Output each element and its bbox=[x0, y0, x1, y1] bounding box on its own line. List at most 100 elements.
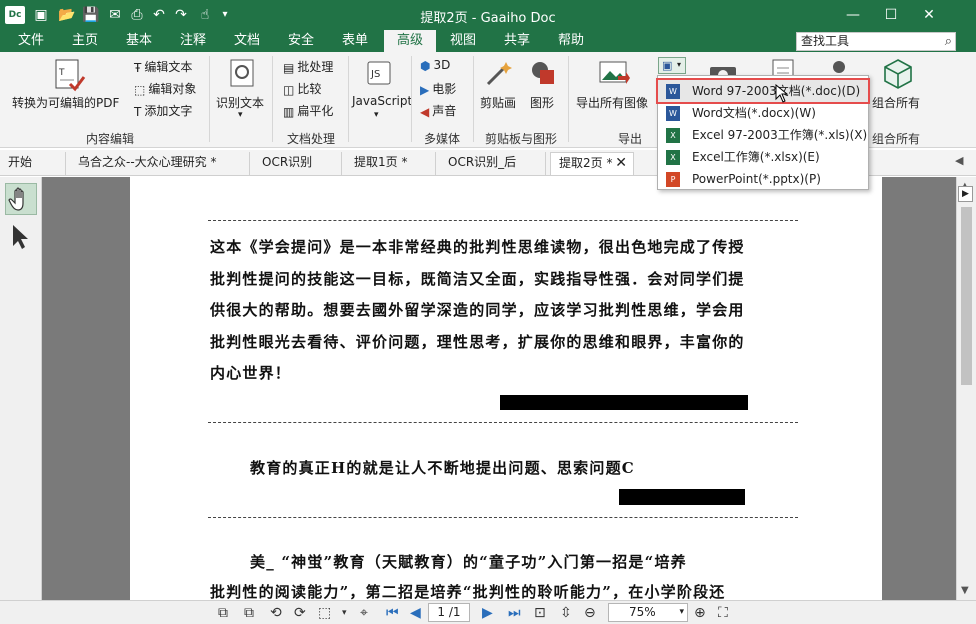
continuous-page-icon[interactable]: ⇳ bbox=[560, 604, 572, 622]
tab-file[interactable]: 文件 bbox=[10, 30, 52, 52]
ribbon-separator bbox=[348, 56, 349, 142]
svg-text:JS: JS bbox=[370, 69, 380, 80]
export-format-menu: W Word 97-2003文档(*.doc)(D) W Word文档(*.do… bbox=[656, 75, 870, 190]
tab-scroll-left-icon[interactable]: ◀ bbox=[955, 154, 963, 167]
maximize-button[interactable]: ☐ bbox=[876, 4, 906, 26]
menu-item-export-xls[interactable]: X Excel 97-2003工作簿(*.xls)(X) bbox=[658, 124, 868, 146]
recognize-text-button[interactable]: 识别文本 bbox=[216, 94, 264, 111]
batch-button[interactable]: ▤ 批处理 bbox=[283, 58, 333, 75]
recognize-text-dropdown-icon[interactable]: ▾ bbox=[238, 110, 243, 120]
expand-panel-button[interactable]: ▶ bbox=[958, 186, 973, 202]
hand-tool-button[interactable] bbox=[5, 183, 37, 215]
doc-tab-2[interactable]: OCR识别 bbox=[254, 152, 342, 175]
tab-home[interactable]: 主页 bbox=[64, 30, 106, 52]
menu-item-export-docx[interactable]: W Word文档(*.docx)(W) bbox=[658, 102, 868, 124]
zoom-value: 75% bbox=[629, 605, 656, 619]
movie-label: 电影 bbox=[432, 82, 457, 96]
svg-text:T: T bbox=[58, 68, 65, 78]
hand-tool-icon bbox=[8, 187, 24, 211]
movie-icon: ▶ bbox=[420, 82, 430, 97]
zoom-in-icon[interactable]: ⊕ bbox=[694, 604, 706, 622]
select-area-icon[interactable]: ⬚ bbox=[318, 604, 331, 622]
shapes-button[interactable]: 图形 bbox=[530, 94, 554, 111]
fullscreen-icon[interactable]: ⛶ bbox=[718, 604, 728, 622]
tab-comment[interactable]: 注释 bbox=[172, 30, 214, 52]
scrollbar-thumb[interactable] bbox=[961, 207, 972, 385]
compare-icon: ◫ bbox=[283, 82, 295, 97]
search-tools-input[interactable]: 查找工具 ⌕ bbox=[796, 32, 956, 51]
3d-button[interactable]: ⬢ 3D bbox=[420, 58, 450, 73]
tab-document[interactable]: 文档 bbox=[226, 30, 268, 52]
zoom-select[interactable]: 75% ▾ bbox=[608, 603, 688, 622]
close-tab-icon[interactable]: ✕ bbox=[615, 153, 627, 174]
edit-object-button[interactable]: ⬚ 编辑对象 bbox=[134, 80, 196, 97]
vertical-scrollbar[interactable]: ▲ ▼ bbox=[956, 177, 976, 600]
minimize-button[interactable]: — bbox=[838, 4, 868, 26]
last-page-icon[interactable]: ⏭ bbox=[508, 604, 521, 622]
batch-icon: ▤ bbox=[283, 60, 295, 75]
excel-icon: X bbox=[666, 128, 680, 143]
recognize-text-icon bbox=[230, 59, 254, 87]
tab-help[interactable]: 帮助 bbox=[550, 30, 592, 52]
crop-icon[interactable]: ⌖ bbox=[360, 604, 368, 622]
sound-button[interactable]: ◀ 声音 bbox=[420, 102, 456, 119]
fit-width-icon[interactable]: ⧉ bbox=[244, 604, 254, 622]
export-images-icon bbox=[599, 61, 630, 84]
close-button[interactable]: ✕ bbox=[914, 4, 944, 26]
menu-item-export-doc[interactable]: W Word 97-2003文档(*.doc)(D) bbox=[656, 78, 870, 104]
export-all-images-button[interactable]: 导出所有图像 bbox=[576, 94, 648, 111]
fit-page-icon[interactable]: ⧉ bbox=[218, 604, 228, 622]
search-icon[interactable]: ⌕ bbox=[945, 33, 952, 50]
clip-art-button[interactable]: 剪贴画 bbox=[480, 94, 516, 111]
tab-share[interactable]: 共享 bbox=[496, 30, 538, 52]
rotate-right-icon[interactable]: ⟳ bbox=[294, 604, 306, 622]
redaction-box bbox=[500, 395, 748, 410]
next-page-icon[interactable]: ▶ bbox=[482, 604, 493, 622]
status-bar: ⧉ ⧉ ⟲ ⟳ ⬚ ▾ ⌖ ⏮ ◀ 1 /1 ▶ ⏭ ⊡ ⇳ ⊖ 75% ▾ ⊕… bbox=[0, 600, 976, 624]
zoom-dropdown-icon[interactable]: ▾ bbox=[679, 604, 684, 621]
paragraph-3-line-1: 美_ “神蛍”教育（天賦教育）的“童子功”入门第一招是“培养 bbox=[250, 553, 687, 571]
zoom-out-icon[interactable]: ⊖ bbox=[584, 604, 596, 622]
menu-item-label: Excel 97-2003工作簿(*.xls)(X) bbox=[692, 128, 868, 142]
tab-start[interactable]: 开始 bbox=[0, 152, 66, 175]
combine-cube-icon bbox=[884, 59, 912, 89]
menu-item-export-xlsx[interactable]: X Excel工作簿(*.xlsx)(E) bbox=[658, 146, 868, 168]
select-tool-button[interactable] bbox=[5, 221, 37, 253]
add-text-button[interactable]: T 添加文字 bbox=[134, 102, 192, 119]
paragraph-2: 教育的真正H的就是让人不断地提出问题、思索问题C bbox=[250, 459, 635, 477]
scroll-down-icon[interactable]: ▼ bbox=[961, 585, 969, 596]
mouse-cursor-icon bbox=[775, 84, 789, 103]
previous-page-icon[interactable]: ◀ bbox=[410, 604, 421, 622]
ribbon-separator bbox=[411, 56, 412, 142]
convert-editable-pdf-button[interactable]: 转换为可编辑的PDF bbox=[12, 94, 119, 111]
edit-text-button[interactable]: Ŧ 编辑文本 bbox=[134, 58, 192, 75]
menu-item-export-pptx[interactable]: P PowerPoint(*.pptx)(P) bbox=[658, 168, 868, 190]
rotate-left-icon[interactable]: ⟲ bbox=[270, 604, 282, 622]
javascript-dropdown-icon[interactable]: ▾ bbox=[374, 110, 379, 120]
javascript-button[interactable]: JavaScript bbox=[352, 94, 412, 108]
movie-button[interactable]: ▶ 电影 bbox=[420, 80, 456, 97]
menu-item-label: Excel工作簿(*.xlsx)(E) bbox=[692, 150, 820, 164]
flatten-button[interactable]: ▥ 扁平化 bbox=[283, 102, 333, 119]
tab-security[interactable]: 安全 bbox=[280, 30, 322, 52]
doc-tab-4[interactable]: OCR识别_后 bbox=[440, 152, 546, 175]
compare-button[interactable]: ◫ 比较 bbox=[283, 80, 321, 97]
single-page-icon[interactable]: ⊡ bbox=[534, 604, 546, 622]
combine-all-button[interactable]: 组合所有 bbox=[872, 94, 920, 111]
export-format-dropdown-button[interactable]: ▣ ▾ bbox=[658, 57, 686, 74]
select-area-dropdown-icon[interactable]: ▾ bbox=[342, 604, 347, 622]
page-number-input[interactable]: 1 /1 bbox=[428, 603, 470, 622]
tab-view[interactable]: 视图 bbox=[442, 30, 484, 52]
divider bbox=[208, 517, 798, 518]
menu-bar: 文件 主页 基本 注释 文档 安全 表单 高级 视图 共享 帮助 查找工具 ⌕ bbox=[0, 30, 976, 52]
tab-advanced[interactable]: 高级 bbox=[384, 30, 436, 52]
tab-form[interactable]: 表单 bbox=[334, 30, 376, 52]
document-page: 这本《学会提问》是一本非常经典的批判性思维读物，很出色地完成了传授批判性提问的技… bbox=[130, 177, 882, 600]
first-page-icon[interactable]: ⏮ bbox=[386, 604, 399, 622]
doc-tab-5[interactable]: 提取2页 * ✕ bbox=[550, 152, 634, 175]
ribbon-separator bbox=[473, 56, 474, 142]
word-icon: W bbox=[666, 106, 680, 121]
doc-tab-1[interactable]: 乌合之众--大众心理研究 * bbox=[70, 152, 250, 175]
tab-basic[interactable]: 基本 bbox=[118, 30, 160, 52]
doc-tab-3[interactable]: 提取1页 * bbox=[346, 152, 436, 175]
